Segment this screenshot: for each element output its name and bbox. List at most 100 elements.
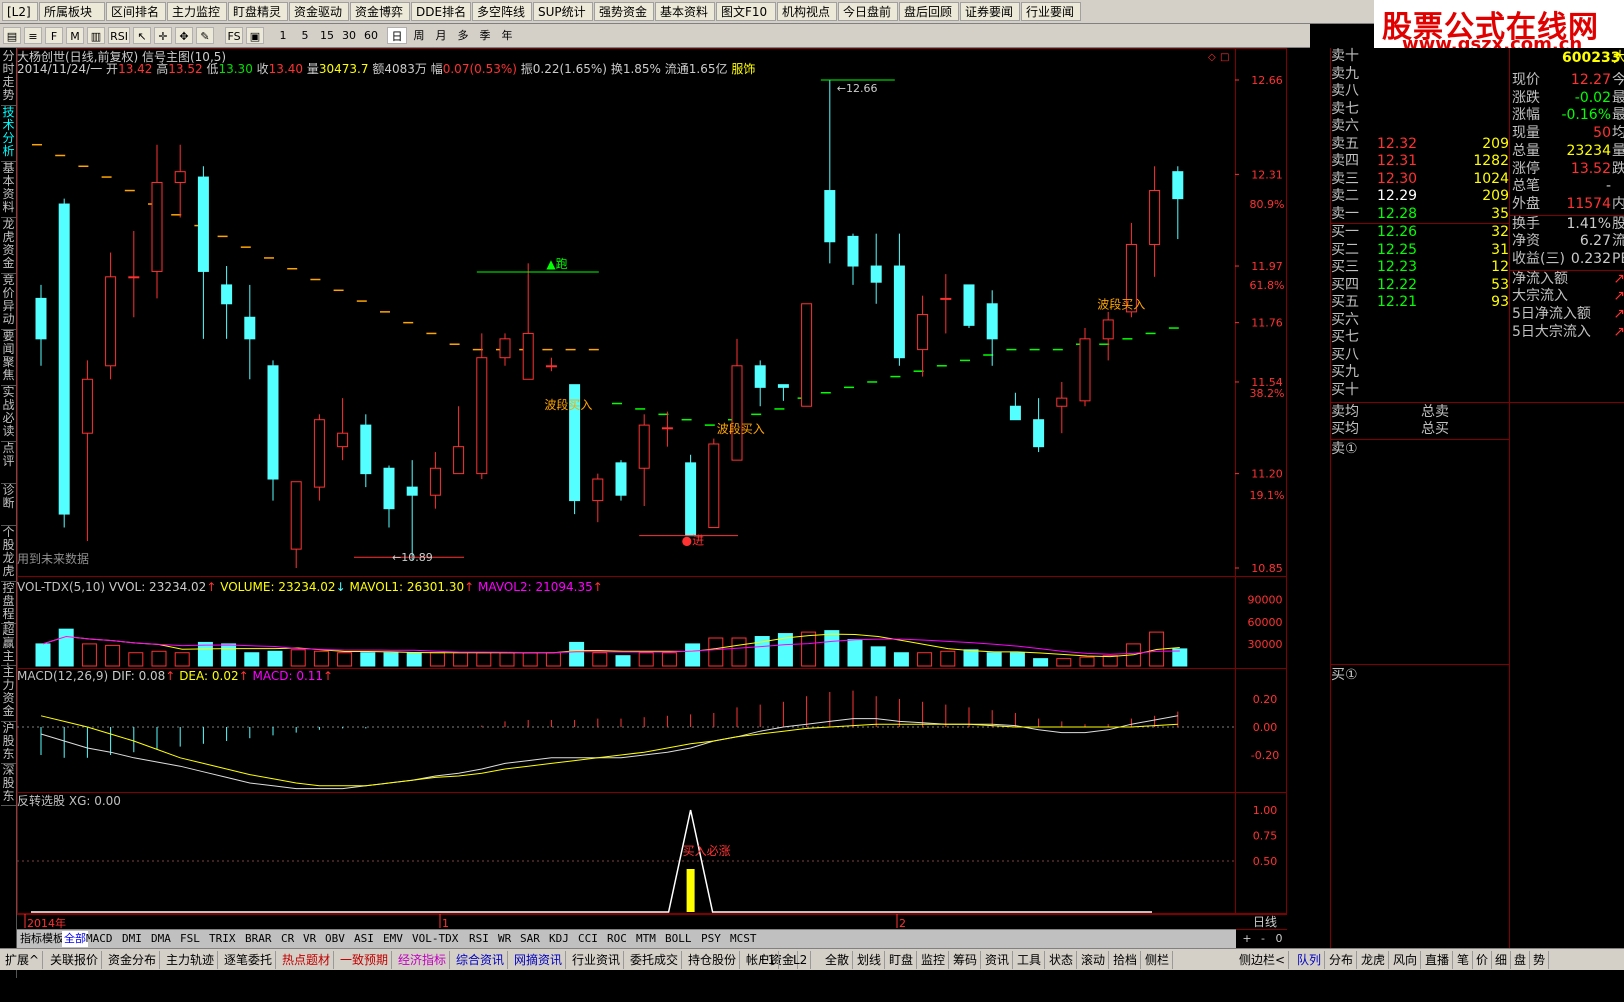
indicator-tab-8[interactable]: BRAR — [243, 931, 274, 947]
status-item-33[interactable]: 笔 — [1454, 951, 1474, 969]
buy1-queue-label[interactable]: 买① — [1331, 667, 1358, 684]
left-tab-11[interactable]: 超赢主力 — [1, 624, 16, 666]
crosshair-icon[interactable]: ✛ — [154, 27, 172, 44]
status-item-10[interactable]: 行业资讯 — [569, 951, 625, 969]
chart-icon[interactable]: ▥ — [87, 27, 105, 44]
status-item-29[interactable]: 分布 — [1326, 951, 1358, 969]
indicator-tab-18[interactable]: KDJ — [547, 931, 571, 947]
sell-row[interactable]: 卖五 12.32 209 — [1331, 136, 1509, 153]
period-button-5[interactable]: 年 — [497, 27, 517, 44]
indicator-tab-14[interactable]: VOL-TDX — [410, 931, 460, 947]
menu-item-4[interactable]: 盯盘精灵 — [228, 2, 288, 21]
menu-item-15[interactable]: 盘后回顾 — [899, 2, 959, 21]
indicator-tab-19[interactable]: CCI — [576, 931, 600, 947]
status-item-23[interactable]: 状态 — [1046, 951, 1078, 969]
left-tab-1[interactable]: 技术分析 — [1, 106, 16, 162]
menu-item-9[interactable]: SUP统计 — [533, 2, 593, 21]
buy-row[interactable]: 买五 12.21 93 — [1331, 294, 1509, 311]
sell-row[interactable]: 卖十 — [1331, 48, 1509, 65]
period-button-0[interactable]: 日 — [387, 27, 407, 44]
sell-row[interactable]: 卖一 12.28 35 — [1331, 206, 1509, 223]
period-button-2[interactable]: 月 — [431, 27, 451, 44]
status-item-0[interactable]: 扩展^ — [2, 951, 44, 969]
menu-item-7[interactable]: DDE排名 — [411, 2, 471, 21]
indicator-tab-15[interactable]: RSI — [467, 931, 491, 947]
indicator-tab-13[interactable]: EMV — [381, 931, 405, 947]
indicator-tab-10[interactable]: VR — [301, 931, 318, 947]
book-icon[interactable]: ▤ — [3, 27, 21, 44]
m-icon[interactable]: M — [66, 27, 84, 44]
pointer-icon[interactable]: ↖ — [133, 27, 151, 44]
interval-15-button[interactable]: 15 — [317, 27, 337, 44]
sell1-queue-label[interactable]: 卖① — [1331, 441, 1358, 458]
pan-icon[interactable]: ✥ — [175, 27, 193, 44]
left-tab-10[interactable]: 控盘程度 — [1, 582, 16, 624]
sell-row[interactable]: 卖二 12.29 209 — [1331, 188, 1509, 205]
indicator-tab-22[interactable]: BOLL — [663, 931, 694, 947]
indicator-tab-23[interactable]: PSY — [699, 931, 723, 947]
indicator-tab-4[interactable]: DMI — [120, 931, 144, 947]
indicator-tab-5[interactable]: DMA — [149, 931, 173, 947]
indicator-tab-11[interactable]: OBV — [323, 931, 347, 947]
status-item-1[interactable]: 关联报价 — [47, 951, 103, 969]
left-tab-13[interactable]: 沪股东 — [1, 722, 16, 764]
status-item-4[interactable]: 逐笔委托 — [221, 951, 277, 969]
rsi-icon[interactable]: RSI — [108, 27, 130, 44]
buy-row[interactable]: 买一 12.26 32 — [1331, 224, 1509, 241]
left-tab-12[interactable]: 主力资金 — [1, 666, 16, 722]
status-item-3[interactable]: 主力轨迹 — [163, 951, 219, 969]
interval-30-button[interactable]: 30 — [339, 27, 359, 44]
left-tab-3[interactable]: 龙虎资金 — [1, 218, 16, 274]
menu-item-13[interactable]: 机构视点 — [777, 2, 837, 21]
left-tab-14[interactable]: 深股东 — [1, 764, 16, 806]
sell-row[interactable]: 卖四 12.31 1282 — [1331, 153, 1509, 170]
sell-row[interactable]: 卖三 12.30 1024 — [1331, 171, 1509, 188]
status-item-35[interactable]: 细 — [1492, 951, 1512, 969]
status-item-17[interactable]: 划线 — [854, 951, 886, 969]
status-item-28[interactable]: 队列 — [1294, 951, 1326, 969]
status-item-20[interactable]: 筹码 — [950, 951, 982, 969]
list-icon[interactable]: ≡ — [24, 27, 42, 44]
period-button-1[interactable]: 周 — [409, 27, 429, 44]
indicator-tab-3[interactable]: MACD — [84, 931, 115, 947]
buy-row[interactable]: 买九 — [1331, 364, 1509, 381]
sell-row[interactable]: 卖八 — [1331, 83, 1509, 100]
left-tab-8[interactable]: 诊断 — [1, 484, 16, 526]
period-button-3[interactable]: 多 — [453, 27, 473, 44]
interval-5-button[interactable]: 5 — [295, 27, 315, 44]
menu-item-6[interactable]: 资金博弈 — [350, 2, 410, 21]
menu-item-16[interactable]: 证券要闻 — [960, 2, 1020, 21]
status-item-5[interactable]: 热点题材 — [279, 951, 335, 969]
indicator-tab-24[interactable]: MCST — [728, 931, 759, 947]
buy-row[interactable]: 买二 12.25 31 — [1331, 242, 1509, 259]
status-item-6[interactable]: 一致预期 — [337, 951, 393, 969]
fs-icon[interactable]: FS — [225, 27, 243, 44]
menu-item-10[interactable]: 强势资金 — [594, 2, 654, 21]
status-item-25[interactable]: 拾档 — [1110, 951, 1142, 969]
status-item-21[interactable]: 资讯 — [982, 951, 1014, 969]
zoom-2-button[interactable]: 0 — [1272, 931, 1286, 947]
menu-item-5[interactable]: 资金驱动 — [289, 2, 349, 21]
indicator-tab-20[interactable]: ROC — [605, 931, 629, 947]
buy-row[interactable]: 买三 12.23 12 — [1331, 259, 1509, 276]
status-item-26[interactable]: 侧栏 — [1142, 951, 1174, 969]
chart-area[interactable]: 12.66 12.31 11.97 11.76 11.54 11.20 10.85 80.9%… — [17, 48, 1287, 978]
status-item-32[interactable]: 直播 — [1422, 951, 1454, 969]
status-item-18[interactable]: 盯盘 — [886, 951, 918, 969]
status-item-2[interactable]: 资金分布 — [105, 951, 161, 969]
menu-item-17[interactable]: 行业要闻 — [1021, 2, 1081, 21]
left-tab-4[interactable]: 竞价异动 — [1, 274, 16, 330]
status-item-37[interactable]: 势 — [1530, 951, 1550, 969]
left-tab-7[interactable]: 点评 — [1, 442, 16, 484]
indicator-tab-21[interactable]: MTM — [634, 931, 658, 947]
status-item-8[interactable]: 综合资讯 — [453, 951, 509, 969]
status-item-14[interactable]: L1 — [758, 951, 780, 969]
menu-item-2[interactable]: 区间排名 — [106, 2, 166, 21]
menu-item-0[interactable]: [L2] — [2, 2, 38, 21]
status-item-36[interactable]: 盘 — [1511, 951, 1531, 969]
left-tab-6[interactable]: 实战必读 — [1, 386, 16, 442]
menu-item-8[interactable]: 多空阵线 — [472, 2, 532, 21]
status-item-15[interactable]: L2 — [790, 951, 812, 969]
status-item-16[interactable]: 全散 — [822, 951, 854, 969]
menu-item-3[interactable]: 主力监控 — [167, 2, 227, 21]
